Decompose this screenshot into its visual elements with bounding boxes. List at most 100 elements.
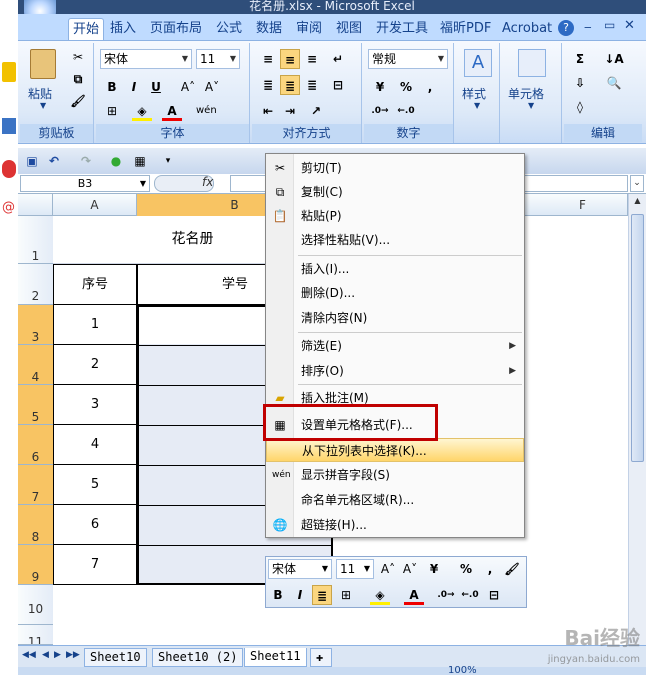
merge-center-icon[interactable]: ⊟ [484,585,504,605]
row-header-11[interactable]: 11 [18,625,53,645]
wrap-text-icon[interactable]: ↵ [328,49,348,69]
font-name-select[interactable]: 宋体 ▼ [100,49,192,69]
decrease-decimal-icon[interactable]: ←.0 [460,585,480,605]
fill-color-icon[interactable]: ◈ [132,101,152,121]
sheet-tab[interactable]: Sheet10 [84,648,147,667]
select-all-corner[interactable] [18,194,53,216]
increase-indent-icon[interactable]: ⇥ [280,101,300,121]
number-format-select[interactable]: 常规 ▼ [368,49,448,69]
form-icon[interactable]: ▦ [130,151,150,171]
decrease-indent-icon[interactable]: ⇤ [258,101,278,121]
paste-icon[interactable] [30,49,56,79]
row-header-3[interactable]: 3 [18,305,53,345]
column-header-f[interactable]: F [538,194,628,216]
italic-button[interactable]: I [290,585,310,605]
percent-button[interactable]: % [456,559,476,579]
undo-icon[interactable]: ↶ [44,151,64,171]
row-header-2[interactable]: 2 [18,264,53,305]
styles-icon[interactable]: A [464,49,492,77]
menu-item-copy[interactable]: ⧉ 复制(C) [266,180,524,204]
header-cell-number[interactable]: 序号 [53,264,137,305]
save-icon[interactable]: ▣ [22,151,42,171]
row-header-9[interactable]: 9 [18,545,53,585]
tab-developer[interactable]: 开发工具 [372,18,432,40]
cut-icon[interactable]: ✂ [68,47,88,67]
menu-item-insert[interactable]: 插入(I)... [266,257,524,281]
comma-button[interactable]: , [420,77,440,97]
increase-decimal-icon[interactable]: .0→ [436,585,456,605]
border-icon[interactable]: ⊞ [102,101,122,121]
align-middle-icon[interactable]: ≡ [280,49,300,69]
insert-sheet-icon[interactable]: ✚ [310,648,332,667]
menu-item-hyperlink[interactable]: 🌐 超链接(H)... [266,513,524,537]
fill-icon[interactable]: ⇩ [570,73,590,93]
orientation-icon[interactable]: ↗ [306,101,326,121]
clear-icon[interactable]: ◊ [570,97,590,117]
border-icon[interactable]: ⊞ [336,585,356,605]
index-cell[interactable]: 6 [53,505,137,545]
tab-review[interactable]: 审阅 [292,18,326,40]
scroll-up-icon[interactable]: ▲ [631,196,644,210]
align-left-icon[interactable]: ≣ [258,75,278,95]
merge-center-icon[interactable]: ⊟ [328,75,348,95]
row-header-4[interactable]: 4 [18,345,53,385]
autosum-icon[interactable]: Σ [570,49,590,69]
insert-function-button[interactable]: fx [202,175,213,189]
mini-font-select[interactable]: 宋体 ▼ [268,559,332,579]
increase-decimal-icon[interactable]: .0→ [370,101,390,121]
expand-formula-icon[interactable]: ⌄ [630,175,644,192]
align-center-icon[interactable]: ≣ [312,585,332,605]
sheet-tab-active[interactable]: Sheet11 [244,648,307,667]
tab-insert[interactable]: 插入 [106,18,140,40]
menu-item-paste[interactable]: 📋 粘贴(P) [266,204,524,228]
index-cell[interactable]: 1 [53,305,137,345]
tab-formulas[interactable]: 公式 [212,18,246,40]
italic-button[interactable]: I [124,77,144,97]
row-header-8[interactable]: 8 [18,505,53,545]
tab-page-layout[interactable]: 页面布局 [146,18,206,40]
menu-item-pick-from-list[interactable]: 从下拉列表中选择(K)... [266,438,524,462]
cells-icon[interactable] [518,49,546,77]
close-icon[interactable]: ✕ [624,18,635,33]
column-header-a[interactable]: A [53,194,137,216]
font-size-select[interactable]: 11 ▼ [196,49,240,69]
bold-button[interactable]: B [268,585,288,605]
mini-size-select[interactable]: 11 ▼ [336,559,374,579]
align-right-icon[interactable]: ≣ [302,75,322,95]
menu-item-delete[interactable]: 删除(D)... [266,281,524,305]
index-cell[interactable]: 2 [53,345,137,385]
row-header-5[interactable]: 5 [18,385,53,425]
phonetic-icon[interactable]: wén [196,101,217,121]
align-top-icon[interactable]: ≡ [258,49,278,69]
help-icon[interactable]: ? [558,20,574,36]
align-bottom-icon[interactable]: ≡ [302,49,322,69]
next-sheet-icon[interactable]: ▶ [54,650,61,660]
cells-button[interactable]: 单元格 [508,85,544,102]
currency-icon[interactable]: ¥ [370,77,390,97]
align-center-icon[interactable]: ≣ [280,75,300,95]
menu-item-show-phonetic[interactable]: wén 显示拼音字段(S) [266,463,524,487]
menu-item-sort[interactable]: 排序(O) ▶ [266,359,524,383]
name-box[interactable]: B3 ▼ [20,175,150,192]
customize-toolbar-icon[interactable]: ▾ [158,151,178,171]
underline-button[interactable]: U [146,77,166,97]
row-header-1[interactable]: 1 [18,216,53,264]
first-sheet-icon[interactable]: ◀◀ [22,650,36,660]
shrink-font-icon[interactable]: A˅ [202,77,222,97]
paste-dropdown-icon[interactable]: ▼ [40,101,46,110]
styles-button[interactable]: 样式 [462,85,486,102]
menu-item-name-range[interactable]: 命名单元格区域(R)... [266,488,524,512]
shrink-font-icon[interactable]: A˅ [400,559,420,579]
last-sheet-icon[interactable]: ▶▶ [66,650,80,660]
redo-icon[interactable]: ↷ [76,151,96,171]
vertical-scrollbar[interactable]: ▲ [628,194,646,645]
sort-filter-icon[interactable]: ↓A [604,49,624,69]
index-cell[interactable]: 4 [53,425,137,465]
tab-view[interactable]: 视图 [332,18,366,40]
menu-item-clear-contents[interactable]: 清除内容(N) [266,306,524,330]
decrease-decimal-icon[interactable]: ←.0 [396,101,416,121]
find-select-icon[interactable]: 🔍 [604,73,624,93]
row-header-6[interactable]: 6 [18,425,53,465]
menu-item-paste-special[interactable]: 选择性粘贴(V)... [266,228,524,252]
font-color-icon[interactable]: A [162,101,182,121]
